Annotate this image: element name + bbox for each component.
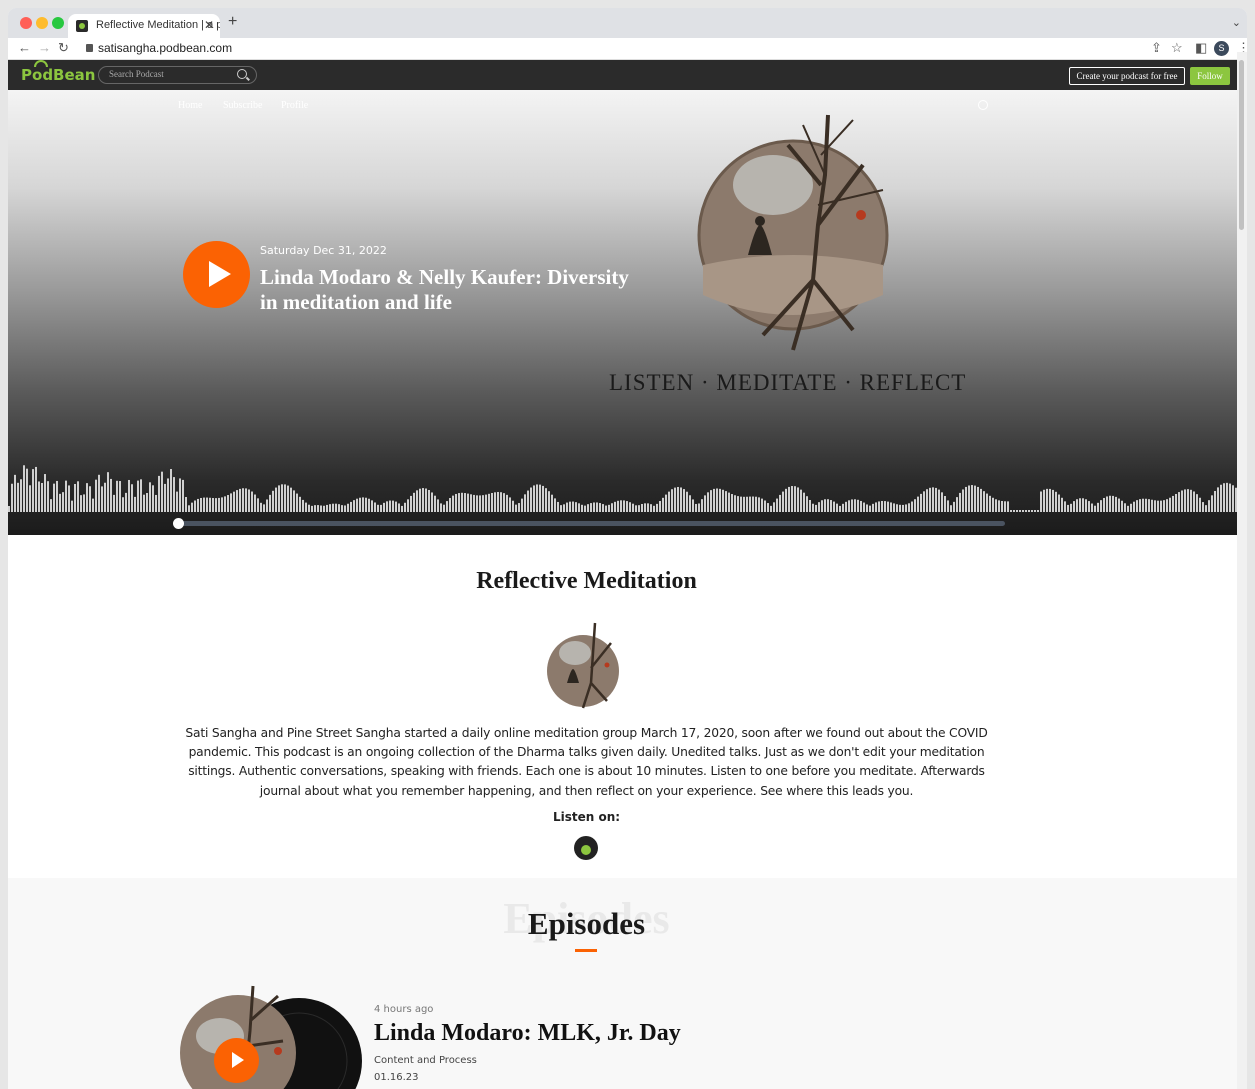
- tree-artwork: [697, 114, 889, 351]
- share-icon[interactable]: ⇪: [1151, 40, 1162, 56]
- follow-button[interactable]: Follow: [1190, 67, 1230, 85]
- minimize-window-button[interactable]: [36, 17, 48, 29]
- lock-icon[interactable]: [86, 44, 93, 52]
- back-icon[interactable]: ←: [18, 40, 31, 55]
- episodes-section: Episodes Episodes 4 hours ago Linda Moda…: [8, 878, 1245, 1089]
- waveform[interactable]: [8, 460, 1245, 512]
- search-placeholder: Search Podcast: [109, 69, 164, 79]
- maximize-window-button[interactable]: [52, 17, 64, 29]
- search-icon[interactable]: [237, 69, 247, 79]
- scrollbar-thumb[interactable]: [1239, 60, 1244, 230]
- episode-category[interactable]: Content and Process: [374, 1055, 477, 1066]
- podbean-app-icon[interactable]: [574, 836, 598, 860]
- episode-date: 01.16.23: [374, 1072, 419, 1083]
- tagline: LISTEN · MEDITATE · REFLECT: [609, 370, 967, 395]
- heading-underline: [575, 949, 597, 952]
- podbean-logo[interactable]: PodBean: [21, 66, 95, 84]
- hero-player: Home Subscribe Profile Saturday Dec 31, …: [8, 90, 1245, 535]
- nav-home[interactable]: Home: [178, 100, 202, 111]
- url-field[interactable]: satisangha.podbean.com: [98, 41, 232, 55]
- side-panel-icon[interactable]: ◧: [1195, 40, 1207, 56]
- page-scrollbar[interactable]: [1237, 52, 1247, 1089]
- address-toolbar: ← → ↻ satisangha.podbean.com ⇪ ☆ ◧ S ⋮: [8, 38, 1247, 60]
- close-window-button[interactable]: [20, 17, 32, 29]
- episodes-heading: Episodes: [527, 906, 646, 941]
- reload-icon[interactable]: ↻: [58, 40, 69, 56]
- podcast-title: Reflective Meditation: [476, 568, 697, 594]
- podcast-cover-image: [547, 622, 619, 709]
- tab-bar: Reflective Meditation | a podca ✕ + ⌄: [8, 8, 1247, 38]
- close-tab-icon[interactable]: ✕: [204, 18, 214, 32]
- listen-on-label: Listen on:: [552, 810, 621, 824]
- forward-icon[interactable]: →: [38, 40, 51, 55]
- tab-search-chevron-icon[interactable]: ⌄: [1232, 16, 1241, 29]
- episode-date: Saturday Dec 31, 2022: [260, 244, 387, 257]
- browser-window: Reflective Meditation | a podca ✕ + ⌄ ← …: [8, 8, 1247, 1089]
- tab-title: Reflective Meditation | a podca: [96, 19, 220, 31]
- episode-title[interactable]: Linda Modaro & Nelly Kaufer: Diversity i…: [260, 265, 640, 315]
- episode-time-ago: 4 hours ago: [374, 1004, 434, 1015]
- progress-handle[interactable]: [173, 518, 184, 529]
- new-tab-button[interactable]: +: [228, 13, 237, 31]
- episode-play-button[interactable]: [214, 1038, 259, 1083]
- nav-profile[interactable]: Profile: [281, 100, 308, 111]
- episode-item-title[interactable]: Linda Modaro: MLK, Jr. Day: [374, 1020, 681, 1047]
- browser-tab[interactable]: Reflective Meditation | a podca ✕: [68, 14, 220, 38]
- bookmark-star-icon[interactable]: ☆: [1171, 40, 1183, 56]
- create-podcast-button[interactable]: Create your podcast for free: [1069, 67, 1185, 85]
- search-input[interactable]: Search Podcast: [98, 66, 257, 84]
- play-button[interactable]: [183, 241, 250, 308]
- podbean-topbar: PodBean Search Podcast Create your podca…: [8, 60, 1247, 90]
- podbean-favicon-icon: [76, 20, 88, 32]
- podcast-description: Sati Sangha and Pine Street Sangha start…: [185, 726, 988, 798]
- progress-track[interactable]: [178, 521, 1005, 526]
- nav-subscribe[interactable]: Subscribe: [223, 100, 262, 111]
- hero-search-icon[interactable]: [978, 100, 988, 110]
- profile-avatar[interactable]: S: [1214, 41, 1229, 56]
